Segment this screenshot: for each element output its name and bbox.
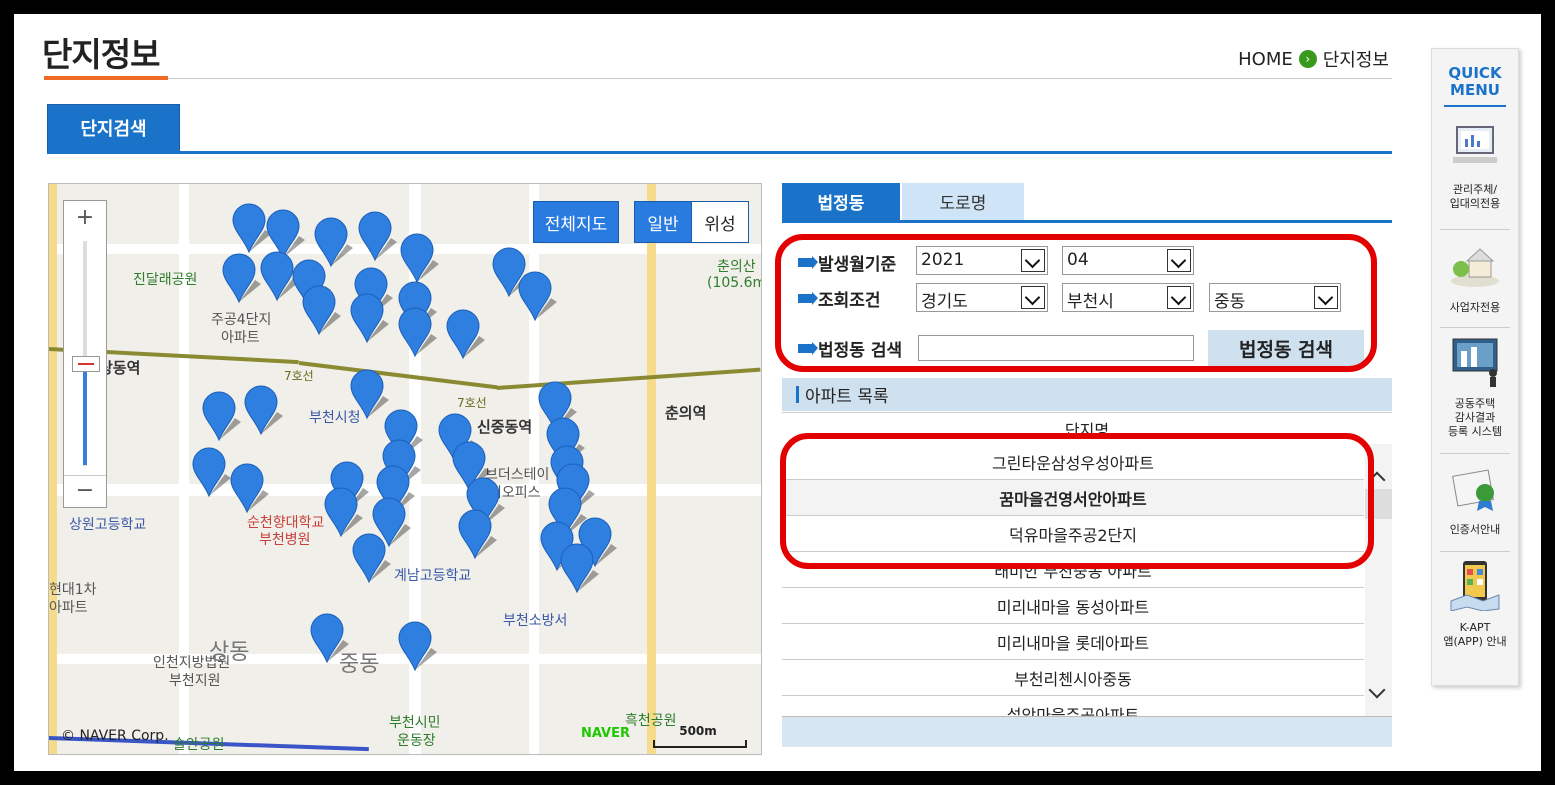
map-copyright: © NAVER Corp. xyxy=(61,728,169,744)
quick-item-audit[interactable]: 공동주택 감사결과 등록 시스템 xyxy=(1432,337,1518,439)
list-item[interactable]: 부천리첸시아중동 xyxy=(782,660,1364,696)
map-scale-bar xyxy=(653,740,747,748)
map-marker[interactable] xyxy=(302,285,341,336)
map-marker[interactable] xyxy=(358,211,397,262)
apt-list-header: 아파트 목록 xyxy=(782,378,1392,411)
quick-menu-title: QUICK MENU xyxy=(1448,64,1502,99)
list-item[interactable]: 미리내마을 롯데아파트 xyxy=(782,624,1364,660)
chevron-right-icon: › xyxy=(1298,50,1317,68)
tab-legal-dong[interactable]: 법정동 xyxy=(782,183,900,220)
chevron-down-icon[interactable] xyxy=(1368,681,1386,699)
map-marker[interactable] xyxy=(352,533,391,584)
certificate-icon xyxy=(1452,469,1494,511)
map-scale-label: 500m xyxy=(679,724,717,738)
map-marker[interactable] xyxy=(314,217,353,268)
map-marker[interactable] xyxy=(192,447,231,498)
list-item[interactable]: 설악마을주공아파트 xyxy=(782,696,1364,716)
tab-complex-search[interactable]: 단지검색 xyxy=(47,104,180,152)
quick-item-business[interactable]: 사업자전용 xyxy=(1432,241,1518,315)
quick-item-management[interactable]: 관리주체/ 입대의전용 xyxy=(1432,123,1518,211)
map-marker[interactable] xyxy=(400,233,439,284)
breadcrumb-home[interactable]: HOME xyxy=(1238,49,1293,70)
monitor-icon xyxy=(1453,126,1497,163)
normal-map-button[interactable]: 일반 xyxy=(634,201,692,243)
naver-logo: NAVER xyxy=(581,726,631,741)
page-title: 단지정보 xyxy=(42,35,160,74)
map-marker[interactable] xyxy=(266,209,305,260)
houses-icon xyxy=(1451,248,1499,287)
zoom-in-button[interactable]: + xyxy=(64,203,106,233)
tab-road-name[interactable]: 도로명 xyxy=(902,183,1024,220)
quick-item-kapt-app[interactable]: K-APT 앱(APP) 안내 xyxy=(1432,561,1518,649)
zoom-control: + − xyxy=(63,200,107,508)
full-map-button[interactable]: 전체지도 xyxy=(533,201,619,243)
apt-list-footer xyxy=(782,716,1392,747)
map-marker[interactable] xyxy=(232,203,271,254)
tab2-underline xyxy=(782,220,1392,223)
map-marker[interactable] xyxy=(446,309,485,360)
map-marker[interactable] xyxy=(310,613,349,664)
list-item[interactable]: 미리내마을 동성아파트 xyxy=(782,588,1364,624)
page-frame: 단지정보 HOME › 단지정보 단지검색 진달래공원 주공4단지 아파트 상동… xyxy=(14,14,1541,771)
mobile-app-icon xyxy=(1450,561,1500,612)
presentation-icon xyxy=(1452,338,1498,387)
header-divider xyxy=(168,78,1392,79)
breadcrumb-current[interactable]: 단지정보 xyxy=(1323,46,1389,72)
tab-underline xyxy=(47,151,1392,154)
map-marker[interactable] xyxy=(244,385,283,436)
quick-menu: QUICK MENU 관리주체/ 입대의전용 사업자전용 공동주택 감사결과 등… xyxy=(1431,48,1519,686)
map-marker[interactable] xyxy=(518,271,557,322)
highlight-box-form xyxy=(775,234,1377,372)
map-marker[interactable] xyxy=(230,463,269,514)
satellite-map-button[interactable]: 위성 xyxy=(691,201,749,243)
map-marker[interactable] xyxy=(202,391,241,442)
map-markers-layer xyxy=(192,203,617,672)
title-underline xyxy=(44,76,168,80)
quick-item-certificate[interactable]: 인증서안내 xyxy=(1432,463,1518,537)
zoom-out-button[interactable]: − xyxy=(64,475,106,506)
zoom-slider-handle[interactable] xyxy=(72,356,100,372)
map-marker[interactable] xyxy=(324,487,363,538)
map-marker[interactable] xyxy=(398,621,437,672)
zoom-level-fill xyxy=(83,365,87,465)
breadcrumb: HOME › 단지정보 xyxy=(1238,46,1389,72)
map-marker[interactable] xyxy=(222,253,261,304)
map-marker[interactable] xyxy=(350,369,389,420)
map-view[interactable]: 진달래공원 주공4단지 아파트 상동역 7호선 7호선 부천시청 신중동역 브더… xyxy=(48,183,762,755)
highlight-box-list xyxy=(780,433,1374,569)
